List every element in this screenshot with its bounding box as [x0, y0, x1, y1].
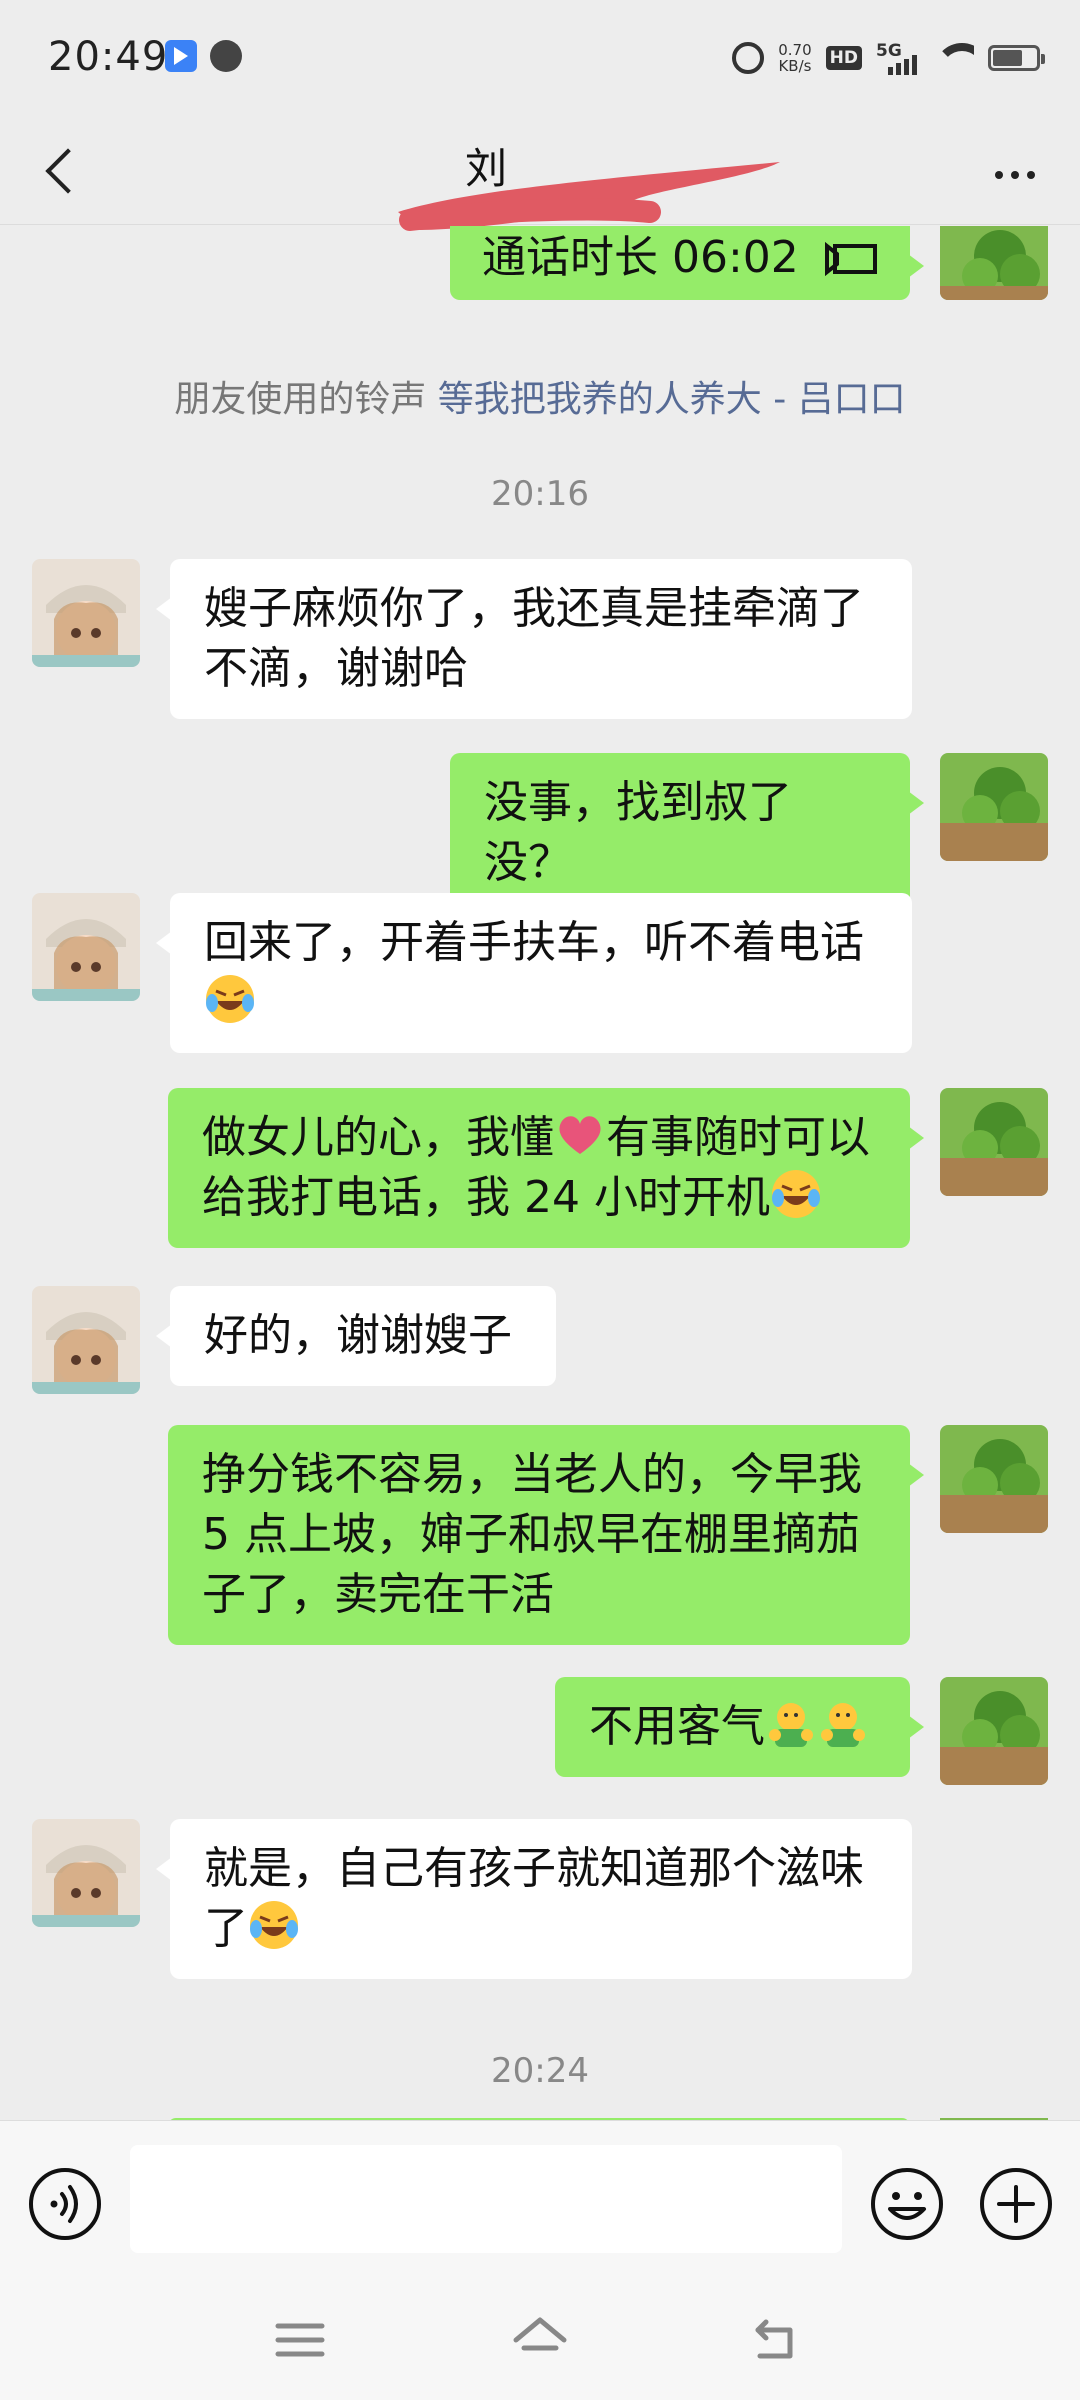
message-line: 5 点上坡，婶子和叔早在棚里摘茄 [202, 1509, 860, 1560]
my-avatar[interactable] [940, 1088, 1048, 1196]
more-dots-icon[interactable] [980, 145, 1050, 205]
back-arrow-icon[interactable] [30, 135, 100, 205]
ringtone-prefix: 朋友使用的铃声 [174, 379, 427, 420]
my-avatar[interactable] [940, 753, 1048, 861]
message-line: 好的，谢谢嫂子 [204, 1310, 512, 1361]
call-record-bubble[interactable]: 通话时长 06:02 [450, 226, 924, 300]
wifi-icon [934, 43, 974, 73]
message-line [204, 973, 878, 1033]
app-notification-icon [165, 40, 197, 72]
message-line: 没事，找到叔了没？ [484, 777, 792, 888]
outgoing-message[interactable]: 做女儿的心，我懂 有事随时可以 给我打电话，我 24 小时开机 [168, 1088, 924, 1248]
message-text: 做女儿的心，我懂 [202, 1112, 554, 1163]
hug-emoji-icon [821, 1703, 865, 1747]
voice-icon[interactable] [28, 2167, 102, 2241]
message-text: 给我打电话，我 24 小时开机 [202, 1172, 770, 1223]
my-avatar[interactable] [940, 1425, 1048, 1533]
contact-avatar[interactable] [32, 1286, 140, 1394]
menu-icon[interactable] [270, 2310, 330, 2370]
message-text: 不用客气 [589, 1701, 765, 1752]
ringtone-song-link[interactable]: 等我把我养的人养大 - 吕口口 [438, 379, 906, 420]
incoming-message[interactable]: 嫂子麻烦你了，我还真是挂牵滴了 不滴，谢谢哈 [156, 559, 912, 719]
message-line: 不用客气 [589, 1697, 876, 1757]
timestamp: 20:16 [491, 474, 589, 514]
video-call-icon [824, 241, 877, 276]
laugh-cry-emoji-icon [250, 1901, 298, 1949]
call-duration-text: 通话时长 06:02 [482, 232, 799, 283]
status-time: 20:49 [48, 34, 169, 80]
network-speed-value: 0.70 [778, 41, 812, 59]
message-text: 有事随时可以 [606, 1112, 870, 1163]
incoming-message[interactable]: 就是，自己有孩子就知道那个滋味 了 [156, 1819, 912, 1979]
status-bar: 20:49 0.70 KB/s HD 5G [0, 0, 1080, 115]
my-avatar[interactable] [940, 226, 1048, 300]
message-line: 子了，卖完在干活 [202, 1569, 554, 1620]
chat-header: 刘 [0, 115, 1080, 231]
hug-emoji-icon [769, 1703, 813, 1747]
chat-history[interactable]: 通话时长 06:02 朋友使用的铃声 等我把我养的人养大 - 吕口口 20:16… [0, 226, 1080, 2120]
timestamp: 20:24 [491, 2051, 589, 2091]
incoming-message[interactable]: 好的，谢谢嫂子 [156, 1286, 556, 1386]
redaction-mark [398, 162, 780, 231]
message-input[interactable] [130, 2145, 842, 2253]
outgoing-message[interactable]: 不用客气 [555, 1677, 924, 1777]
system-nav-bar [0, 2280, 1080, 2400]
battery-icon [988, 45, 1045, 71]
status-icons: 0.70 KB/s HD 5G [732, 36, 1045, 80]
plus-icon[interactable] [979, 2167, 1053, 2241]
network-speed: 0.70 KB/s [778, 42, 811, 74]
contact-avatar[interactable] [32, 893, 140, 1001]
input-bar [0, 2120, 1080, 2280]
message-line: 给我打电话，我 24 小时开机 [202, 1168, 876, 1228]
outgoing-message[interactable]: 没事，找到叔了没？ [450, 753, 924, 913]
my-avatar[interactable] [940, 1677, 1048, 1785]
message-line: 挣分钱不容易，当老人的，今早我 [202, 1449, 862, 1500]
ringtone-note: 朋友使用的铃声 等我把我养的人养大 - 吕口口 [0, 370, 1080, 422]
back-icon[interactable] [750, 2310, 810, 2370]
heart-emoji-icon [559, 1116, 601, 1154]
message-line: 就是，自己有孩子就知道那个滋味 [204, 1843, 864, 1894]
contact-avatar[interactable] [32, 1819, 140, 1927]
message-line: 了 [204, 1899, 878, 1959]
laugh-cry-emoji-icon [771, 1170, 820, 1218]
message-line: 做女儿的心，我懂 有事随时可以 [202, 1108, 876, 1168]
network-speed-unit: KB/s [778, 57, 812, 75]
contact-avatar[interactable] [32, 559, 140, 667]
message-line: 嫂子麻烦你了，我还真是挂牵滴了 [204, 583, 864, 634]
message-text: 了 [204, 1903, 248, 1954]
incoming-message[interactable]: 回来了，开着手扶车，听不着电话 [156, 893, 912, 1053]
emoji-icon[interactable] [870, 2167, 944, 2241]
outgoing-message[interactable]: 挣分钱不容易，当老人的，今早我 5 点上坡，婶子和叔早在棚里摘茄 子了，卖完在干… [168, 1425, 924, 1645]
alarm-icon [732, 42, 765, 74]
message-line: 回来了，开着手扶车，听不着电话 [204, 917, 864, 968]
message-line: 不滴，谢谢哈 [204, 643, 468, 694]
home-icon[interactable] [510, 2310, 570, 2370]
hd-icon: HD [825, 46, 862, 70]
app-notification-icon-2 [210, 40, 242, 72]
signal-icon: 5G [876, 41, 920, 75]
laugh-cry-emoji-icon [206, 975, 254, 1023]
